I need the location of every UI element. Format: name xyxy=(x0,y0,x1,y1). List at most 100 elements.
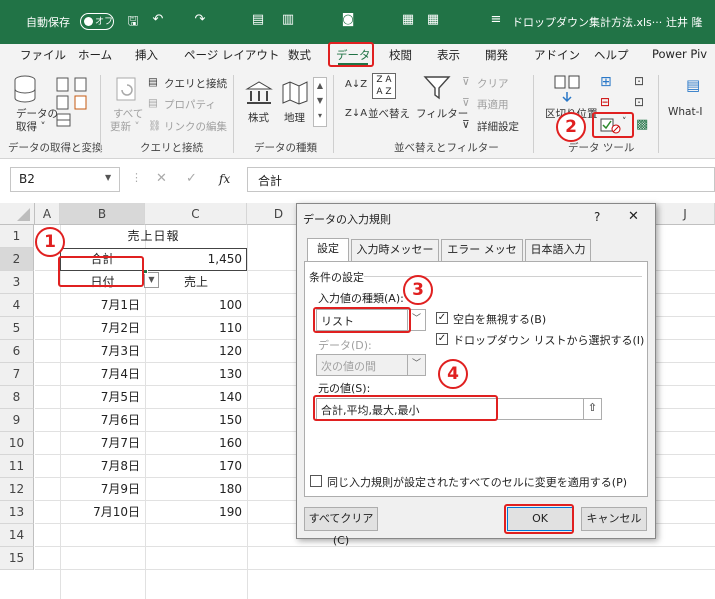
data-types-gallery-scroll[interactable]: ▲ ▼ ▾ xyxy=(313,77,327,127)
relationships-icon[interactable]: ⊡ xyxy=(634,95,644,109)
cancel-button[interactable]: キャンセル xyxy=(581,507,647,531)
redo-icon[interactable]: ↷ xyxy=(192,12,208,28)
cell-c2[interactable]: 1,450 xyxy=(145,248,242,271)
what-if-icon[interactable]: ▤ xyxy=(686,76,700,94)
tab-home[interactable]: ホーム xyxy=(78,47,112,63)
insert-function-icon[interactable]: fx xyxy=(219,172,230,186)
tab-addins[interactable]: アドイン xyxy=(534,47,580,63)
filter-icon[interactable] xyxy=(423,74,451,100)
sort-button[interactable]: 並べ替え xyxy=(368,106,410,121)
enter-icon[interactable]: ✓ xyxy=(186,171,197,186)
get-data-line2[interactable]: 取得 ˅ xyxy=(16,119,46,134)
edit-links-button[interactable]: リンクの編集 xyxy=(164,119,227,134)
row-header[interactable]: 6 xyxy=(0,340,34,363)
apply-all-checkbox[interactable] xyxy=(310,475,322,487)
sales-cell[interactable]: 150 xyxy=(145,409,242,432)
date-cell[interactable]: 7月8日 xyxy=(60,455,140,478)
in-cell-dropdown-checkbox[interactable]: ✓ xyxy=(436,333,448,345)
camera-icon[interactable]: ◙ xyxy=(340,12,356,28)
name-box[interactable]: B2 ▼ xyxy=(10,167,120,192)
row-header[interactable]: 2 xyxy=(0,248,34,271)
ignore-blank-checkbox[interactable]: ✓ xyxy=(436,312,448,324)
tab-file[interactable]: ファイル xyxy=(20,47,66,63)
row-header[interactable]: 4 xyxy=(0,294,34,317)
name-box-dropdown-icon[interactable]: ▼ xyxy=(105,173,111,182)
sort-dialog-icon[interactable]: Z AA Z xyxy=(372,73,396,99)
report-title-cell[interactable]: 売上日報 xyxy=(60,225,247,248)
tab-review[interactable]: 校閲 xyxy=(389,47,412,63)
queries-connections-button[interactable]: クエリと接続 xyxy=(164,76,227,91)
row-header[interactable]: 5 xyxy=(0,317,34,340)
tab-input-message[interactable]: 入力時メッセージ xyxy=(351,239,439,276)
row-header[interactable]: 15 xyxy=(0,547,34,570)
date-cell[interactable]: 7月9日 xyxy=(60,478,140,501)
sales-cell[interactable]: 160 xyxy=(145,432,242,455)
advanced-filter-icon[interactable]: ⊽ xyxy=(462,119,470,131)
collapse-dialog-icon[interactable]: ⇧ xyxy=(583,399,601,419)
reapply-icon[interactable]: ⊽ xyxy=(462,97,470,109)
advanced-filter-button[interactable]: 詳細設定 xyxy=(477,119,519,134)
row-header[interactable]: 9 xyxy=(0,409,34,432)
geography-button[interactable]: 地理 xyxy=(284,110,305,125)
tab-ime-mode[interactable]: 日本語入力 xyxy=(525,239,591,261)
date-cell[interactable]: 7月1日 xyxy=(60,294,140,317)
qat-icon[interactable]: ▦ xyxy=(400,12,416,28)
print-preview-icon[interactable]: ▤ xyxy=(250,12,266,28)
qat-icon-2[interactable]: ▦ xyxy=(425,12,441,28)
row-header[interactable]: 7 xyxy=(0,363,34,386)
stocks-button[interactable]: 株式 xyxy=(248,110,269,125)
formula-input[interactable]: 合計 xyxy=(247,167,715,192)
tab-help[interactable]: ヘルプ xyxy=(594,47,629,63)
refresh-all-line2[interactable]: 更新 ˅ xyxy=(110,119,140,134)
column-header-j[interactable]: J xyxy=(656,203,715,225)
sales-header[interactable]: 売上 xyxy=(145,271,247,294)
properties-icon[interactable]: ▤ xyxy=(148,97,158,109)
date-cell[interactable]: 7月10日 xyxy=(60,501,140,524)
date-cell[interactable]: 7月3日 xyxy=(60,340,140,363)
text-to-columns-icon[interactable] xyxy=(553,74,581,104)
tab-error-alert[interactable]: エラー メッセージ xyxy=(441,239,523,276)
tab-developer[interactable]: 開発 xyxy=(485,47,508,63)
manage-data-model-icon[interactable]: ▩ xyxy=(636,117,648,132)
clear-filter-button[interactable]: クリア xyxy=(477,76,509,91)
sales-cell[interactable]: 130 xyxy=(145,363,242,386)
tab-formulas[interactable]: 数式 xyxy=(288,47,311,63)
row-header[interactable]: 14 xyxy=(0,524,34,547)
date-cell[interactable]: 7月6日 xyxy=(60,409,140,432)
consolidate-icon[interactable]: ⊡ xyxy=(634,74,644,88)
tab-power-pivot[interactable]: Power Piv xyxy=(652,47,707,61)
row-header[interactable]: 11 xyxy=(0,455,34,478)
sales-cell[interactable]: 140 xyxy=(145,386,242,409)
clear-filter-icon[interactable]: ⊽ xyxy=(462,76,470,88)
sales-cell[interactable]: 100 xyxy=(145,294,242,317)
save-icon[interactable]: 🖫 xyxy=(125,12,141,29)
cancel-icon[interactable]: ✕ xyxy=(156,171,167,186)
tab-page-layout[interactable]: ページ レイアウト xyxy=(184,47,279,63)
undo-icon[interactable]: ↶ xyxy=(150,12,166,28)
row-header[interactable]: 1 xyxy=(0,225,34,248)
date-cell[interactable]: 7月4日 xyxy=(60,363,140,386)
stocks-icon[interactable] xyxy=(244,80,274,106)
row-header[interactable]: 8 xyxy=(0,386,34,409)
clear-all-button[interactable]: すべてクリア(C) xyxy=(304,507,378,547)
date-cell[interactable]: 7月5日 xyxy=(60,386,140,409)
autosave-toggle[interactable]: オフ xyxy=(80,13,114,30)
reapply-button[interactable]: 再適用 xyxy=(477,97,509,112)
date-cell[interactable]: 7月7日 xyxy=(60,432,140,455)
data-source-icons[interactable] xyxy=(55,76,95,132)
geography-icon[interactable] xyxy=(280,80,310,106)
row-header[interactable]: 12 xyxy=(0,478,34,501)
column-header-a[interactable]: A xyxy=(35,203,60,225)
sort-az-button[interactable]: A↓Z xyxy=(345,79,367,90)
refresh-all-icon[interactable] xyxy=(113,76,141,104)
remove-duplicates-icon[interactable]: ⊟ xyxy=(600,95,610,109)
properties-button[interactable]: プロパティ xyxy=(164,97,216,112)
database-icon[interactable] xyxy=(12,74,38,104)
tab-settings[interactable]: 設定 xyxy=(307,238,349,262)
print-icon[interactable]: ▥ xyxy=(280,12,296,28)
row-header[interactable]: 3 xyxy=(0,271,34,294)
row-header[interactable]: 13 xyxy=(0,501,34,524)
column-header-c[interactable]: C xyxy=(145,203,247,225)
column-header-b[interactable]: B xyxy=(60,203,145,225)
sort-za-button[interactable]: Z↓A xyxy=(345,108,367,119)
